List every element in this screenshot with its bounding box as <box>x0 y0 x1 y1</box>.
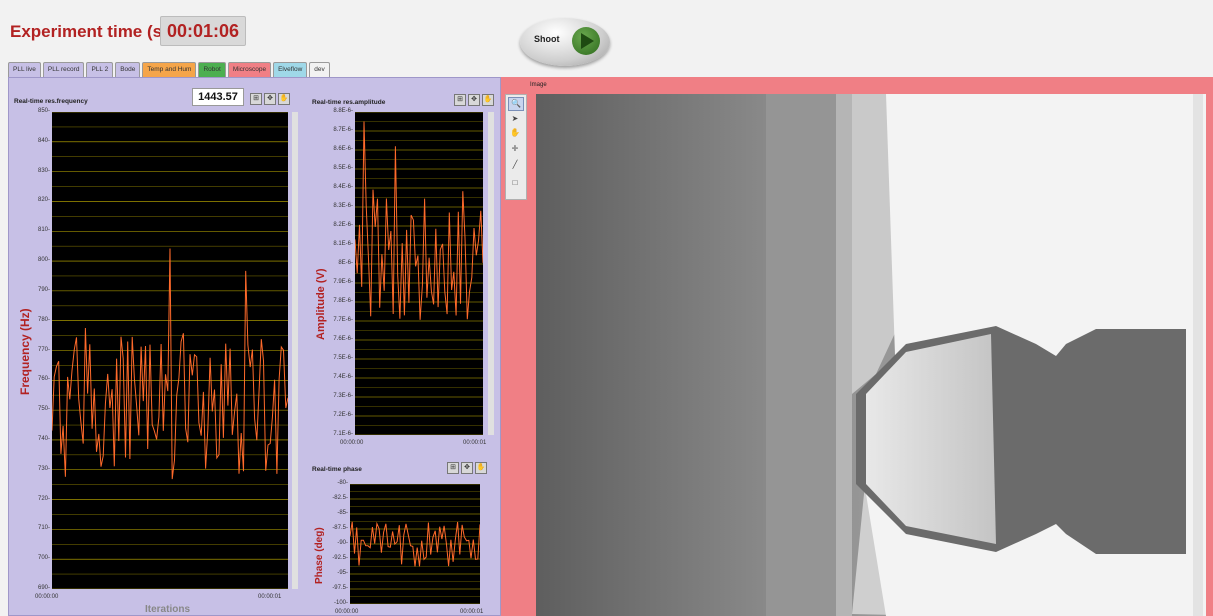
pointer-tool-icon[interactable]: ➤ <box>508 113 522 125</box>
frequency-x-tick-start: 00:00:00 <box>35 594 59 600</box>
pan-icon[interactable]: ✥ <box>468 94 480 106</box>
phase-plot-svg <box>349 483 481 605</box>
phase-y-title: Phase (deg) <box>314 527 325 584</box>
frequency-graph-tools: ⊞ ✥ ✋ <box>248 93 290 105</box>
y-tick-label: 8.5E-6- <box>333 165 353 171</box>
amplitude-y-title: Amplitude (V) <box>315 268 327 341</box>
y-tick-label: -85- <box>337 510 348 516</box>
amplitude-x-tick-end: 00:00:01 <box>463 440 487 446</box>
tab-bar: PLL live PLL record PLL 2 Bode Temp and Hum R… <box>8 62 332 77</box>
phase-graph-title: Real-time phase <box>312 466 362 473</box>
y-tick-label: 700- <box>37 555 50 562</box>
crosshair-tool-icon[interactable]: ✛ <box>508 143 522 155</box>
y-tick-label: 8E-6- <box>338 260 353 266</box>
experiment-time-display: 00:01:06 <box>160 16 246 46</box>
y-tick-label: -80- <box>337 480 348 486</box>
zoom-tool-icon[interactable]: 🔍 <box>508 97 524 111</box>
hand-icon[interactable]: ✋ <box>482 94 494 106</box>
amplitude-plot[interactable] <box>354 111 484 436</box>
amplitude-plot-svg <box>354 111 484 436</box>
y-tick-label: 8.8E-6- <box>333 108 353 114</box>
frequency-scrollbar[interactable] <box>292 112 298 589</box>
microscope-image-svg <box>536 94 1206 616</box>
y-tick-label: 8.3E-6- <box>333 203 353 209</box>
amplitude-graph-title: Real-time res.amplitude <box>312 99 386 106</box>
pan-tool-icon[interactable]: ✋ <box>508 127 522 139</box>
pan-icon[interactable]: ✥ <box>461 462 473 474</box>
y-tick-label: 7.4E-6- <box>333 374 353 380</box>
y-tick-label: -97.5- <box>332 585 348 591</box>
tab-elveflow[interactable]: Elveflow <box>273 62 308 77</box>
y-tick-label: 740- <box>37 435 50 442</box>
shoot-label: Shoot <box>534 34 560 44</box>
y-tick-label: 710- <box>37 525 50 532</box>
tab-pll-2[interactable]: PLL 2 <box>86 62 114 77</box>
top-bar: Experiment time (s): 00:01:06 Shoot <box>0 0 1213 66</box>
frequency-plot[interactable] <box>51 111 289 590</box>
phase-graph-tools: ⊞ ✥ ✋ <box>445 462 487 474</box>
frequency-plot-svg <box>51 111 289 590</box>
signal-trace <box>354 121 484 320</box>
tab-microscope[interactable]: Microscope <box>227 62 272 77</box>
play-arrow-icon <box>572 27 600 55</box>
shoot-button[interactable]: Shoot <box>520 18 610 66</box>
hand-icon[interactable]: ✋ <box>475 462 487 474</box>
y-tick-label: 720- <box>37 495 50 502</box>
frequency-graph-title: Real-time res.frequency <box>14 98 88 105</box>
tab-bode[interactable]: Bode <box>115 62 141 77</box>
y-tick-label: 690- <box>37 585 50 591</box>
phase-x-tick-start: 00:00:00 <box>335 609 359 615</box>
y-tick-label: 810- <box>37 227 50 234</box>
image-scrollbar[interactable] <box>1193 94 1203 616</box>
y-tick-label: 8.6E-6- <box>333 146 353 152</box>
frequency-value-display: 1443.57 <box>192 88 244 106</box>
y-tick-label: -82.5- <box>332 495 348 501</box>
y-tick-label: 830- <box>37 167 50 174</box>
tab-dev[interactable]: dev <box>309 62 330 77</box>
y-tick-label: 7.1E-6- <box>333 431 353 437</box>
hand-icon[interactable]: ✋ <box>278 93 290 105</box>
image-toolbox: 🔍 ➤ ✋ ✛ ╱ □ <box>505 94 527 200</box>
y-tick-label: 820- <box>37 197 50 204</box>
y-tick-label: 8.1E-6- <box>333 241 353 247</box>
channel-edge <box>836 94 852 616</box>
phase-x-tick-end: 00:00:01 <box>460 609 484 615</box>
y-tick-label: 750- <box>37 406 50 413</box>
y-tick-label: 7.5E-6- <box>333 355 353 361</box>
frequency-x-tick-end: 00:00:01 <box>258 594 282 600</box>
phase-plot[interactable] <box>349 483 481 605</box>
experiment-time-label: Experiment time (s): <box>10 22 174 41</box>
tab-pll-live[interactable]: PLL live <box>8 62 41 77</box>
y-tick-label: 8.4E-6- <box>333 184 353 190</box>
y-tick-label: 790- <box>37 286 50 293</box>
rectangle-tool-icon[interactable]: □ <box>508 177 522 189</box>
line-tool-icon[interactable]: ╱ <box>508 159 522 171</box>
y-tick-label: 7.2E-6- <box>333 412 353 418</box>
zoom-icon[interactable]: ⊞ <box>454 94 466 106</box>
amplitude-graph-tools: ⊞ ✥ ✋ <box>452 94 494 106</box>
y-tick-label: 850- <box>37 108 50 114</box>
image-label: Image <box>530 82 547 88</box>
zoom-icon[interactable]: ⊞ <box>250 93 262 105</box>
tab-robot[interactable]: Robot <box>198 62 226 77</box>
y-tick-label: 800- <box>37 257 50 264</box>
zoom-icon[interactable]: ⊞ <box>447 462 459 474</box>
frequency-y-title: Frequency (Hz) <box>18 308 32 395</box>
pan-icon[interactable]: ✥ <box>264 93 276 105</box>
y-tick-label: 840- <box>37 137 50 144</box>
y-tick-label: 7.3E-6- <box>333 393 353 399</box>
y-tick-label: 730- <box>37 465 50 472</box>
frequency-x-title: Iterations <box>145 604 191 615</box>
y-tick-label: 8.7E-6- <box>333 127 353 133</box>
y-tick-label: -100- <box>333 600 348 606</box>
tab-temp-and-hum[interactable]: Temp and Hum <box>142 62 197 77</box>
amplitude-scrollbar[interactable] <box>488 112 494 435</box>
y-tick-label: 8.2E-6- <box>333 222 353 228</box>
amplitude-x-tick-start: 00:00:00 <box>340 440 364 446</box>
tab-pll-record[interactable]: PLL record <box>42 62 85 77</box>
microscope-image[interactable] <box>536 94 1206 616</box>
signal-trace <box>51 248 289 480</box>
